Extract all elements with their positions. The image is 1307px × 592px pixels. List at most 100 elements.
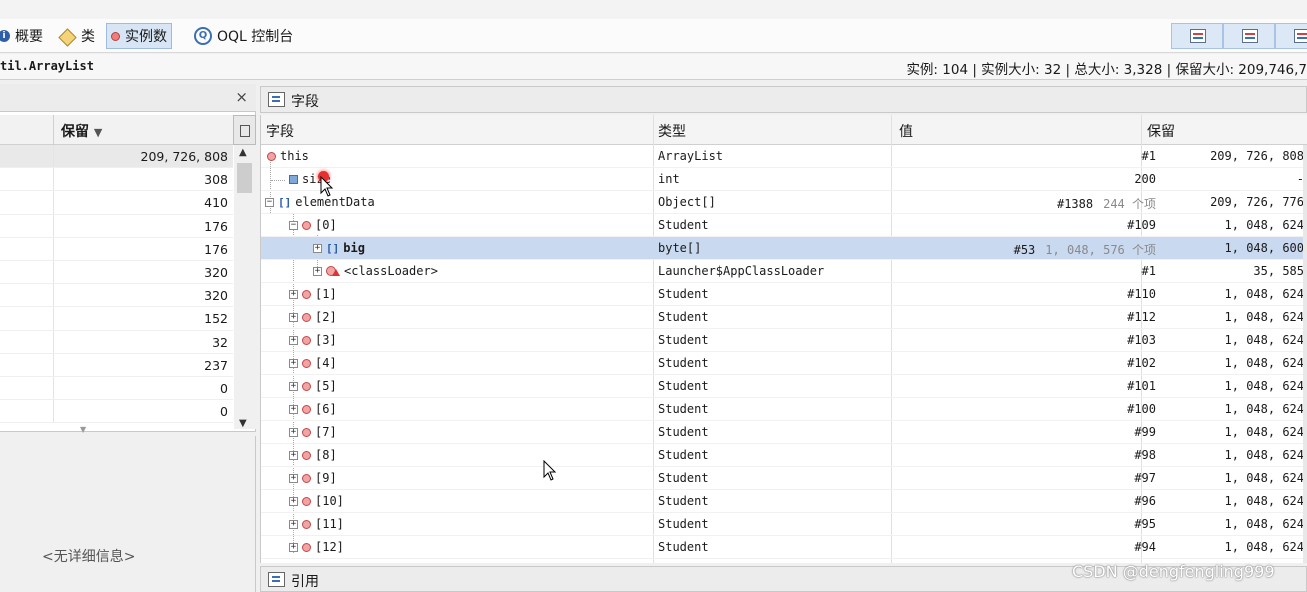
list-item[interactable]: 209, 726, 808 [0,145,233,169]
scroll-up-icon[interactable]: ▲ [239,147,247,158]
object-icon [302,312,311,322]
object-icon [302,519,311,529]
tree-view-icon [1242,29,1258,43]
object-icon [302,542,311,552]
table-row[interactable]: + [10] Student #96 1, 048, 624 [261,490,1307,514]
table-row[interactable]: size int 200 - [261,168,1307,192]
info-icon: i [0,30,10,42]
table-row[interactable]: + [12] Student #94 1, 048, 624 [261,536,1307,560]
table-row[interactable]: + [9] Student #97 1, 048, 624 [261,467,1307,491]
list-item[interactable]: 176 [0,214,233,238]
fields-tree-icon [268,92,285,107]
instances-scrollbar[interactable]: ▲ ▼ [234,145,256,429]
fields-scrollbar[interactable] [1303,145,1307,563]
instances-list: 209, 726, 808 308 410 176 176 320 320 15… [0,145,233,424]
list-item[interactable]: 410 [0,191,233,215]
column-header-value[interactable]: 值 [899,121,913,141]
retained-column-header[interactable]: 保留 ▼ [61,121,102,141]
table-row[interactable]: − [0] Student #109 1, 048, 624 [261,214,1307,238]
close-icon[interactable]: × [235,88,248,106]
splitter-handle-icon[interactable]: ▼ [80,425,86,434]
table-row[interactable]: this ArrayList #1 209, 726, 808 [261,145,1307,169]
expand-icon[interactable]: + [289,542,298,552]
instances-column-header[interactable]: 保留 ▼ [0,115,233,145]
expand-icon[interactable]: + [289,473,298,483]
table-row[interactable]: + [1] Student #110 1, 048, 624 [261,283,1307,307]
list-item[interactable]: 320 [0,284,233,308]
tab-oql-label: OQL 控制台 [217,29,294,45]
expand-icon[interactable]: + [289,427,298,437]
references-tree-icon [268,572,285,587]
mouse-cursor-icon [320,176,334,197]
expand-icon[interactable]: + [289,312,298,322]
fields-table-header: 字段 类型 值 保留 [261,115,1307,145]
view-button[interactable] [1171,23,1223,49]
table-row[interactable]: + <classLoader> Launcher$AppClassLoader #… [261,260,1307,284]
class-name: til.ArrayList [0,59,94,73]
tab-instances[interactable]: 实例数 [106,23,172,49]
object-icon [267,151,276,161]
scroll-thumb[interactable] [237,163,252,193]
instance-stats: 实例: 104 | 实例大小: 32 | 总大小: 3,328 | 保留大小: … [906,62,1307,78]
layout-button[interactable] [1275,23,1307,49]
list-item[interactable]: 152 [0,307,233,331]
table-row[interactable]: + [2] Student #112 1, 048, 624 [261,306,1307,330]
table-row[interactable]: + [3] Student #103 1, 048, 624 [261,329,1307,353]
tab-instances-label: 实例数 [125,29,167,45]
expand-icon[interactable]: + [289,450,298,460]
list-item[interactable]: 237 [0,353,233,377]
list-item[interactable]: 308 [0,168,233,192]
column-header-retained[interactable]: 保留 [1147,121,1175,141]
fields-panel-header[interactable]: 字段 [260,86,1307,113]
table-row[interactable]: + [6] Student #100 1, 048, 624 [261,398,1307,422]
table-row[interactable]: + [8] Student #98 1, 048, 624 [261,444,1307,468]
tab-classes-label: 类 [81,29,95,45]
list-item[interactable]: 320 [0,260,233,285]
table-row[interactable]: + [11] Student #95 1, 048, 624 [261,513,1307,537]
column-header-type[interactable]: 类型 [658,121,686,141]
array-icon: [] [326,241,340,255]
status-bar: til.ArrayList 实例: 104 | 实例大小: 32 | 总大小: … [0,54,1307,80]
column-menu-icon[interactable] [233,115,256,145]
expand-icon[interactable]: + [289,358,298,368]
tab-summary[interactable]: i 概要 [0,23,47,49]
tab-classes[interactable]: 类 [56,23,99,49]
table-row-selected[interactable]: +[] big byte[] #53 1, 048, 576 个项 1, 048, … [261,237,1307,261]
view-icon [1190,29,1206,43]
table-row[interactable]: + [4] Student #102 1, 048, 624 [261,352,1307,376]
toolbar: i 概要 类 实例数 Q OQL 控制台 [0,19,1307,53]
tab-oql[interactable]: Q OQL 控制台 [190,23,297,49]
table-row[interactable]: −[] elementData Object[] #1388 244 个项 209,… [261,191,1307,215]
list-item[interactable]: 176 [0,237,233,261]
expand-icon[interactable]: + [289,519,298,529]
expand-icon[interactable]: + [289,335,298,345]
tree-view-button[interactable] [1223,23,1275,49]
collapse-icon[interactable]: − [289,220,298,230]
table-row[interactable]: + [5] Student #101 1, 048, 624 [261,375,1307,399]
object-icon [302,473,311,483]
instances-pane-header: × [0,84,256,112]
expand-icon[interactable]: + [313,266,322,276]
detail-pane: <无详细信息> [0,436,256,592]
no-detail-text: <无详细信息> [42,549,136,565]
column-header-field[interactable]: 字段 [266,121,294,141]
sort-desc-icon: ▼ [93,126,103,139]
table-row[interactable]: + [7] Student #99 1, 048, 624 [261,421,1307,445]
collapse-icon[interactable]: − [265,197,274,207]
scroll-down-icon[interactable]: ▼ [239,418,247,429]
expand-icon[interactable]: + [289,381,298,391]
tab-summary-label: 概要 [15,29,43,45]
oql-icon: Q [194,27,212,45]
object-icon [302,220,311,230]
object-icon [302,335,311,345]
references-panel-title: 引用 [291,574,319,590]
list-item[interactable]: 32 [0,330,233,354]
expand-icon[interactable]: + [289,289,298,299]
expand-icon[interactable]: + [289,404,298,414]
title-strip [0,0,1307,19]
fields-panel-title: 字段 [291,94,319,110]
list-item[interactable]: 0 [0,400,233,424]
expand-icon[interactable]: + [313,243,322,253]
list-item[interactable]: 0 [0,376,233,401]
expand-icon[interactable]: + [289,496,298,506]
